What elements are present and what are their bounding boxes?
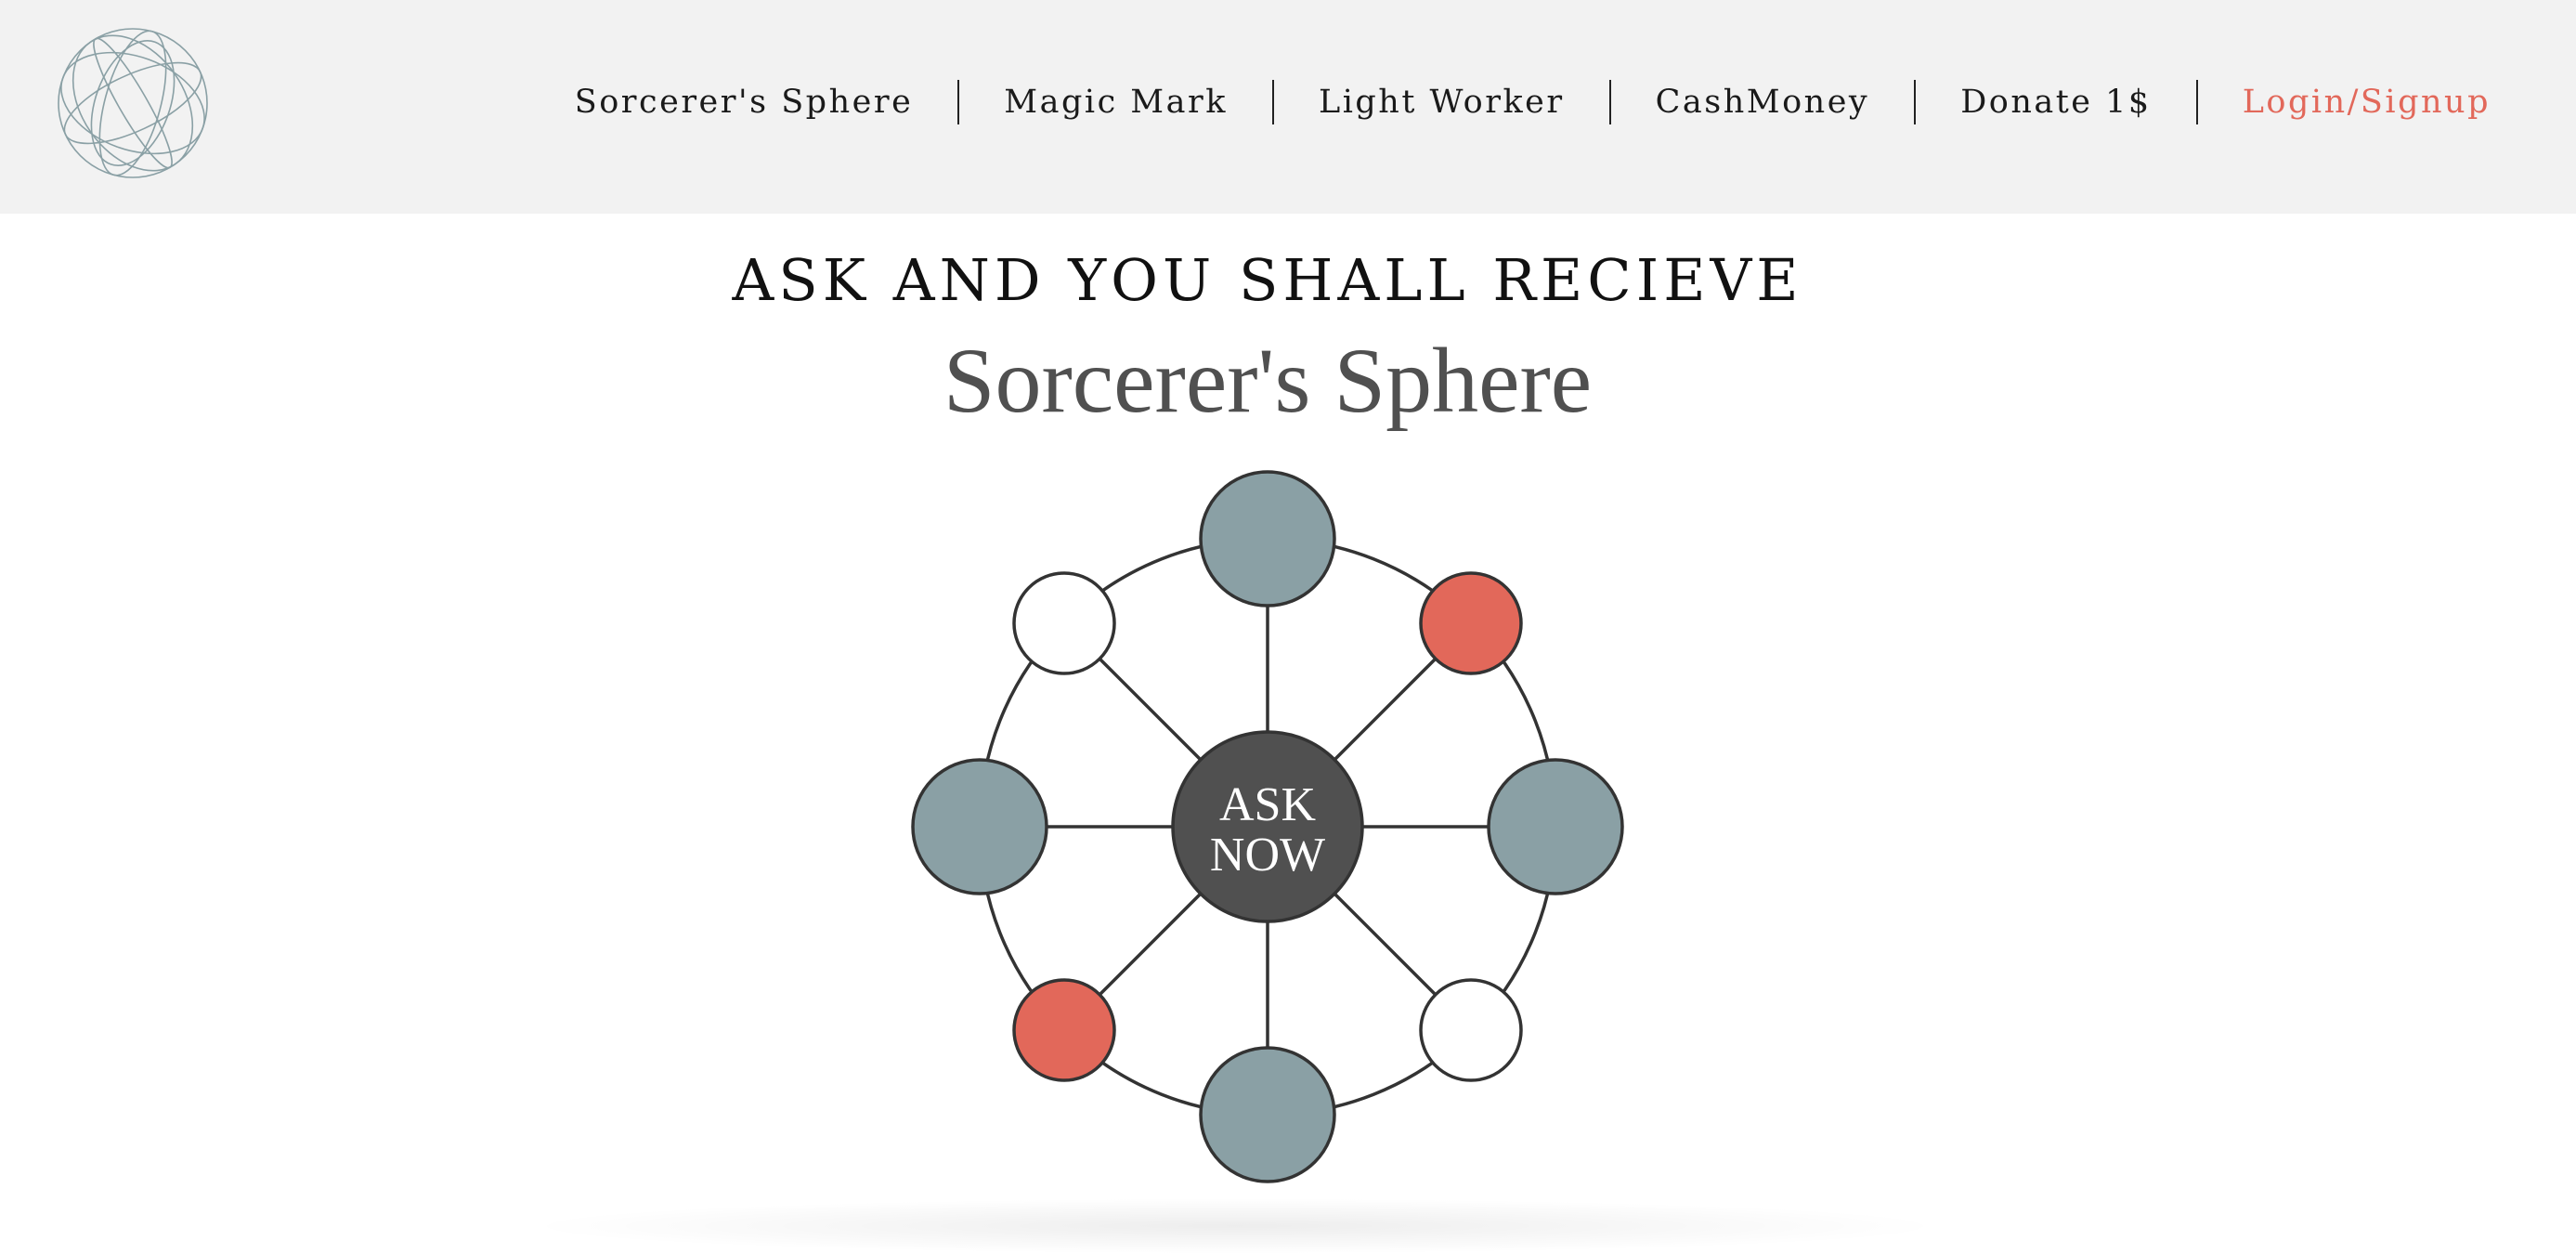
wireframe-sphere-icon[interactable] <box>54 24 212 182</box>
nav-divider <box>1608 80 1611 124</box>
nav-divider <box>957 80 960 124</box>
top-navbar: Sorcerer's Sphere Magic Mark Light Worke… <box>0 0 2576 214</box>
nav-donate[interactable]: Donate 1$ <box>1960 74 2151 130</box>
ask-now-label-line2: NOW <box>1210 829 1325 882</box>
nav-light-worker[interactable]: Light Worker <box>1319 74 1565 130</box>
section-shadow <box>520 1198 1950 1254</box>
nav-divider <box>1914 80 1917 124</box>
sphere-node-left[interactable] <box>911 758 1048 895</box>
ask-now-button[interactable]: ASK NOW <box>1171 730 1364 923</box>
sphere-diagram: ASK NOW <box>911 470 1624 1183</box>
sphere-node-bottom-right[interactable] <box>1419 978 1523 1082</box>
main-nav: Sorcerer's Sphere Magic Mark Light Worke… <box>575 74 2491 130</box>
sphere-node-top-left[interactable] <box>1012 571 1116 675</box>
sphere-node-bottom[interactable] <box>1199 1046 1336 1183</box>
sphere-node-top[interactable] <box>1199 470 1336 607</box>
hero-tagline: ASK AND YOU SHALL RECIEVE <box>732 246 1803 314</box>
nav-sorcerers-sphere[interactable]: Sorcerer's Sphere <box>575 74 914 130</box>
sphere-node-right[interactable] <box>1487 758 1624 895</box>
nav-divider <box>1271 80 1274 124</box>
nav-magic-mark[interactable]: Magic Mark <box>1004 74 1228 130</box>
nav-divider <box>2195 80 2198 124</box>
nav-cashmoney[interactable]: CashMoney <box>1656 74 1870 130</box>
nav-login-signup[interactable]: Login/Signup <box>2243 74 2491 130</box>
page-title: Sorcerer's Sphere <box>943 329 1593 432</box>
sphere-node-top-right[interactable] <box>1419 571 1523 675</box>
sphere-node-bottom-left[interactable] <box>1012 978 1116 1082</box>
ask-now-label-line1: ASK <box>1219 778 1316 831</box>
